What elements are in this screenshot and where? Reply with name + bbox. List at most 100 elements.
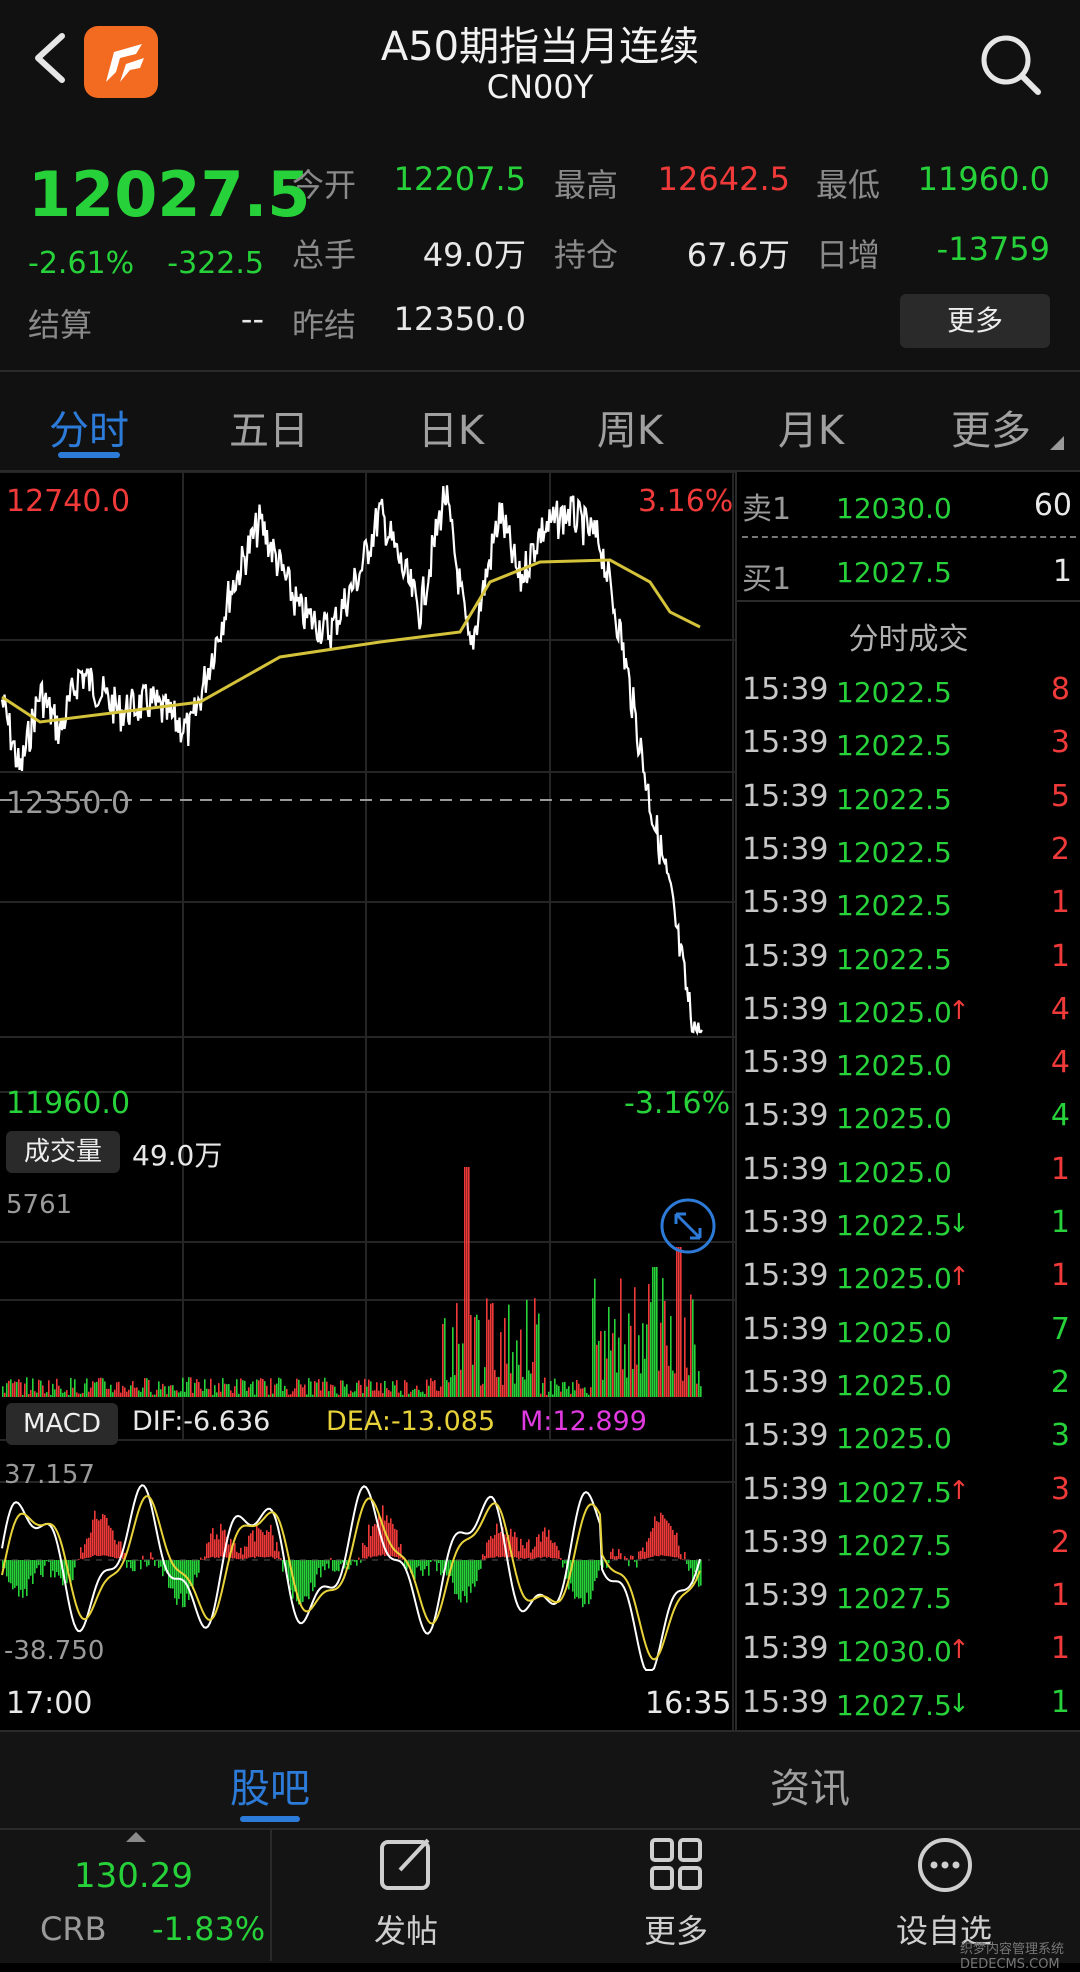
volume-bar — [556, 1385, 558, 1397]
tab-more[interactable]: 更多 — [916, 398, 1066, 456]
expand-up-icon[interactable] — [126, 1832, 146, 1844]
volume-bar — [288, 1395, 290, 1397]
nav-post[interactable]: 发帖 — [336, 1906, 476, 1952]
active-tab-indicator — [58, 452, 120, 458]
macd-bar — [332, 1560, 334, 1571]
tab-weekly-k[interactable]: 周K — [555, 398, 705, 456]
volume-bar — [516, 1340, 518, 1397]
volume-bar — [674, 1373, 676, 1397]
trade-time: 15:39 — [742, 885, 828, 920]
macd-bar — [210, 1534, 212, 1558]
trade-volume: 7 — [1030, 1312, 1070, 1347]
macd-bar — [28, 1560, 30, 1579]
tab-forum[interactable]: 股吧 — [200, 1756, 340, 1814]
macd-bar — [238, 1553, 240, 1559]
tab-monthly-k[interactable]: 月K — [736, 398, 886, 456]
volume-bar — [594, 1279, 596, 1397]
macd-bar — [586, 1560, 588, 1593]
macd-bar — [642, 1547, 644, 1558]
open-value: 12207.5 — [380, 160, 526, 198]
volume-bars — [2, 1167, 702, 1397]
volume-bar — [282, 1391, 284, 1397]
trade-volume: 2 — [1030, 1525, 1070, 1560]
grid-more-icon[interactable] — [648, 1836, 704, 1892]
volume-bar — [452, 1327, 454, 1397]
volume-bar — [548, 1392, 550, 1397]
macd-bar — [440, 1560, 442, 1575]
volume-bar — [684, 1318, 686, 1397]
ticker-percent[interactable]: -1.83% — [152, 1910, 265, 1948]
macd-bar — [548, 1530, 550, 1557]
volume-bar — [88, 1392, 90, 1397]
macd-bar — [416, 1560, 418, 1568]
volume-bar — [660, 1323, 662, 1397]
tab-five-day[interactable]: 五日 — [194, 398, 344, 456]
volume-bar — [78, 1394, 80, 1397]
trade-time: 15:39 — [742, 1205, 828, 1240]
volume-bar — [232, 1393, 234, 1397]
volume-bar — [468, 1167, 470, 1397]
macd-bar — [114, 1540, 116, 1558]
macd-bar — [26, 1560, 28, 1596]
macd-bar — [264, 1535, 266, 1558]
volume-bar — [592, 1298, 594, 1397]
macd-bar — [392, 1524, 394, 1557]
volume-bar — [244, 1381, 246, 1397]
volume-bar — [318, 1379, 320, 1397]
trade-price: 12025.0 — [836, 996, 952, 1029]
ticker-value[interactable]: 130.29 — [74, 1856, 193, 1896]
macd-bar — [418, 1560, 420, 1566]
price-line — [2, 485, 702, 1032]
ticker-name[interactable]: CRB — [40, 1910, 107, 1948]
macd-bar — [608, 1560, 610, 1563]
volume-bar — [140, 1392, 142, 1397]
volume-bar — [50, 1395, 52, 1397]
volume-indicator-tag[interactable]: 成交量 — [6, 1131, 120, 1173]
more-details-button[interactable]: 更多 — [900, 294, 1050, 348]
watermark: 织梦内容管理系统 DEDECMS.COM — [960, 1938, 1080, 1972]
tab-news[interactable]: 资讯 — [740, 1756, 880, 1814]
macd-bar — [682, 1559, 684, 1560]
add-watchlist-icon[interactable] — [916, 1836, 974, 1894]
volume-bar — [464, 1167, 466, 1397]
volume-bar — [132, 1381, 134, 1397]
macd-bar — [488, 1540, 490, 1558]
volume-bar — [64, 1392, 66, 1397]
macd-bar — [196, 1560, 198, 1577]
macd-bar — [654, 1516, 656, 1555]
volume-bar — [66, 1390, 68, 1397]
volume-bar — [302, 1387, 304, 1397]
macd-bar — [616, 1556, 618, 1560]
volume-bar — [242, 1380, 244, 1397]
compose-post-icon[interactable] — [378, 1836, 434, 1892]
macd-indicator-tag[interactable]: MACD — [6, 1403, 118, 1445]
macd-bar — [538, 1534, 540, 1557]
last-price: 12027.5 — [28, 158, 310, 231]
tab-intraday[interactable]: 分时 — [14, 398, 164, 456]
trade-volume: 1 — [1030, 1578, 1070, 1613]
volume-bar — [82, 1393, 84, 1397]
volume-bar — [20, 1382, 22, 1397]
volume-bar — [622, 1369, 624, 1397]
volume-bar — [358, 1381, 360, 1397]
volume-bar — [646, 1324, 648, 1397]
macd-bar — [612, 1549, 614, 1559]
trade-price: 12025.0 — [836, 1102, 952, 1135]
volume-bar — [148, 1380, 150, 1397]
volume-bar — [562, 1382, 564, 1397]
high-value: 12642.5 — [640, 160, 790, 198]
trade-volume: 1 — [1030, 1631, 1070, 1666]
tab-daily-k[interactable]: 日K — [376, 398, 526, 456]
macd-bar — [182, 1560, 184, 1607]
search-icon[interactable] — [976, 30, 1046, 100]
nav-more[interactable]: 更多 — [606, 1906, 746, 1952]
volume-bar — [258, 1380, 260, 1397]
volume-bar — [188, 1377, 190, 1397]
volume-bar — [440, 1387, 442, 1397]
volume-bar — [600, 1331, 602, 1397]
volume-bar — [30, 1390, 32, 1397]
macd-bar — [664, 1519, 666, 1556]
trade-price: 12022.5 — [836, 889, 952, 922]
volume-bar — [116, 1382, 118, 1397]
expand-chart-icon[interactable] — [662, 1200, 714, 1252]
